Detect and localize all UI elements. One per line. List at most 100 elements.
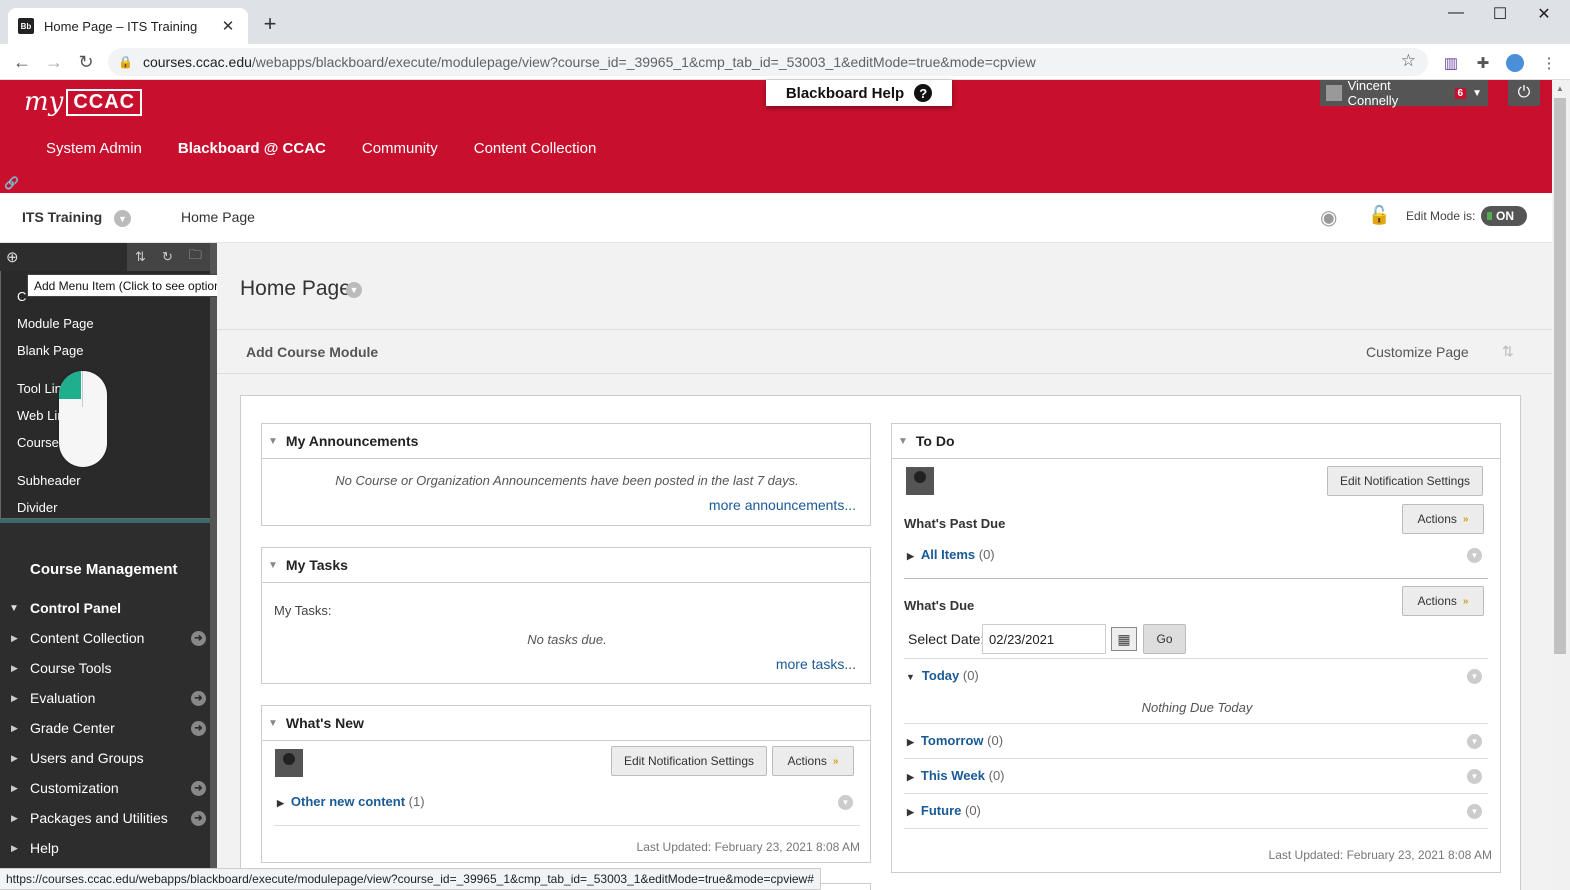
browser-menu-icon[interactable]: ⋮ — [1538, 52, 1560, 74]
page-scrollbar[interactable]: ▲ — [1552, 80, 1570, 890]
cp-item-help[interactable]: Help — [30, 840, 59, 856]
extensions-puzzle-icon[interactable]: ✚ — [1472, 52, 1494, 74]
sort-arrows-icon[interactable]: ⇅ — [1502, 343, 1514, 360]
arrow-circle-icon[interactable]: ➜ — [191, 781, 206, 796]
nav-system-admin[interactable]: System Admin — [28, 140, 160, 157]
expand-arrow-icon[interactable]: ▶ — [11, 723, 18, 734]
close-tab-icon[interactable]: ✕ — [218, 17, 238, 35]
today-section[interactable]: ▼ Today (0) — [906, 668, 979, 683]
menu-item-module-page[interactable]: Module Page — [17, 316, 94, 331]
expand-arrow-icon[interactable]: ▶ — [11, 693, 18, 704]
cp-item-grade-center[interactable]: Grade Center — [30, 720, 115, 736]
browser-tab[interactable]: Bb Home Page – ITS Training ✕ — [8, 8, 248, 44]
expand-arrow-icon[interactable]: ▶ — [11, 783, 18, 794]
expand-triangle-icon[interactable]: ▼ — [9, 603, 19, 614]
pin-link-icon[interactable]: 🔗 — [4, 176, 19, 190]
calendar-icon[interactable]: ▦ — [1111, 627, 1137, 651]
blackboard-help-button[interactable]: Blackboard Help ? — [766, 80, 952, 106]
expand-arrow-icon[interactable]: ▶ — [11, 663, 18, 674]
chevron-down-icon[interactable]: ▼ — [1467, 548, 1482, 563]
collapse-triangle-icon[interactable]: ▼ — [268, 560, 278, 571]
chevron-down-icon[interactable]: ▼ — [1467, 669, 1482, 684]
maximize-icon[interactable]: ☐ — [1480, 4, 1520, 24]
arrow-circle-icon[interactable]: ➜ — [191, 721, 206, 736]
new-tab-icon[interactable]: + — [258, 12, 282, 36]
go-button[interactable]: Go — [1143, 624, 1186, 654]
cp-item-users-and-groups[interactable]: Users and Groups — [30, 750, 144, 766]
menu-item-subheader[interactable]: Subheader — [17, 473, 81, 488]
student-preview-eye-icon[interactable]: ◉ — [1320, 205, 1337, 230]
expand-arrow-icon[interactable]: ▶ — [11, 753, 18, 764]
folder-view-icon[interactable]: 🗀 — [189, 246, 202, 268]
collapse-triangle-icon[interactable]: ▼ — [898, 436, 908, 447]
menu-item-web-link[interactable]: Web Lin — [17, 408, 64, 423]
reload-icon[interactable]: ↻ — [74, 50, 98, 74]
nav-content-collection[interactable]: Content Collection — [456, 140, 615, 157]
collapse-triangle-icon[interactable]: ▼ — [268, 436, 278, 447]
arrow-circle-icon[interactable]: ➜ — [191, 631, 206, 646]
control-panel-heading[interactable]: Control Panel — [30, 600, 121, 616]
actions-button[interactable]: Actions» — [1402, 504, 1484, 534]
cp-item-content-collection[interactable]: Content Collection — [30, 630, 144, 646]
this-week-section[interactable]: ▶ This Week (0) — [907, 768, 1005, 783]
cp-item-course-tools[interactable]: Course Tools — [30, 660, 111, 676]
page-options-chevron-icon[interactable]: ▼ — [346, 282, 362, 298]
minimize-icon[interactable]: — — [1436, 4, 1476, 22]
expand-arrow-icon[interactable]: ▶ — [11, 633, 18, 644]
cp-item-evaluation[interactable]: Evaluation — [30, 690, 95, 706]
scrollbar-thumb[interactable] — [1554, 98, 1566, 654]
extension-icon[interactable]: ▥ — [1440, 52, 1462, 74]
nav-community[interactable]: Community — [344, 140, 456, 157]
add-menu-item-icon[interactable]: ⊕ — [6, 248, 19, 266]
course-menu-toolbar: ⊕ ⇅ ↻ 🗀 — [0, 243, 210, 271]
date-input[interactable]: 02/23/2021 — [982, 624, 1106, 654]
more-tasks-link[interactable]: more tasks... — [776, 656, 856, 672]
arrow-circle-icon[interactable]: ➜ — [191, 691, 206, 706]
bookmark-star-icon[interactable]: ☆ — [1401, 51, 1416, 71]
back-icon[interactable]: ← — [10, 50, 34, 74]
menu-item-divider[interactable]: Divider — [17, 500, 57, 515]
scroll-up-icon[interactable]: ▲ — [1556, 84, 1564, 93]
chevron-down-icon[interactable]: ▼ — [838, 795, 853, 810]
chevron-down-icon[interactable]: ▼ — [1467, 734, 1482, 749]
future-section[interactable]: ▶ Future (0) — [907, 803, 981, 818]
user-menu[interactable]: Vincent Connelly 6 ▼ — [1320, 78, 1488, 108]
course-menu-chevron-icon[interactable]: ▼ — [114, 210, 131, 227]
actions-button[interactable]: Actions» — [772, 746, 854, 776]
reorder-icon[interactable]: ⇅ — [135, 249, 146, 265]
arrow-circle-icon[interactable]: ➜ — [191, 811, 206, 826]
expand-arrow-icon[interactable]: ▶ — [11, 843, 18, 854]
menu-item-tool-link[interactable]: Tool Lin — [17, 381, 62, 396]
menu-item-blank-page[interactable]: Blank Page — [17, 343, 84, 358]
address-bar[interactable]: 🔒 courses.ccac.edu/webapps/blackboard/ex… — [108, 48, 1428, 76]
edit-notification-settings-button[interactable]: Edit Notification Settings — [1327, 466, 1483, 496]
actions-button[interactable]: Actions» — [1402, 586, 1484, 616]
logout-power-icon[interactable]: ⏻ — [1508, 80, 1540, 106]
profile-avatar-icon[interactable] — [1504, 52, 1526, 74]
lock-icon[interactable]: 🔓 — [1368, 205, 1390, 226]
breadcrumb-course[interactable]: ITS Training — [22, 209, 102, 225]
my-ccac-logo[interactable]: my CCAC — [18, 86, 148, 118]
more-announcements-link[interactable]: more announcements... — [709, 497, 856, 513]
tomorrow-section[interactable]: ▶ Tomorrow (0) — [907, 733, 1003, 748]
edit-notification-settings-button[interactable]: Edit Notification Settings — [611, 746, 767, 776]
all-items-section[interactable]: ▶ All Items (0) — [907, 547, 995, 562]
nav-blackboard-ccac[interactable]: Blackboard @ CCAC — [160, 140, 344, 157]
refresh-icon[interactable]: ↻ — [162, 249, 173, 265]
cp-item-customization[interactable]: Customization — [30, 780, 119, 796]
customize-page-button[interactable]: Customize Page — [1366, 344, 1469, 360]
chevron-down-icon[interactable]: ▼ — [1467, 769, 1482, 784]
add-course-module-button[interactable]: Add Course Module — [246, 344, 378, 360]
chevron-down-icon[interactable]: ▼ — [1467, 804, 1482, 819]
cp-item-packages-and-utilities[interactable]: Packages and Utilities — [30, 810, 168, 826]
collapse-triangle-icon[interactable]: ▼ — [268, 718, 278, 729]
forward-icon[interactable]: → — [42, 50, 66, 74]
double-chevron-down-icon: » — [832, 755, 839, 767]
menu-item-content-area[interactable]: C — [17, 289, 26, 304]
expand-arrow-icon[interactable]: ▶ — [11, 813, 18, 824]
sidebar-scrollbar[interactable] — [210, 243, 217, 890]
menu-item-course-link[interactable]: Course — [17, 435, 59, 450]
other-new-content-section[interactable]: ▶ Other new content (1) — [277, 794, 425, 809]
edit-mode-toggle[interactable]: ON — [1481, 206, 1527, 226]
close-window-icon[interactable]: ✕ — [1524, 4, 1564, 24]
